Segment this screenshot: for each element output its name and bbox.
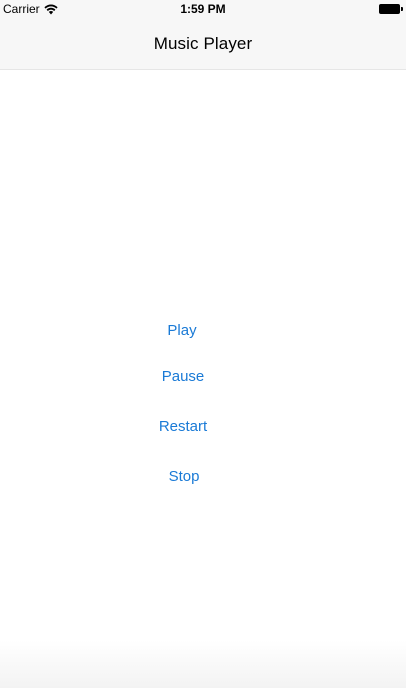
pause-button[interactable]: Pause	[0, 366, 386, 388]
status-bar: Carrier 1:59 PM	[0, 0, 406, 18]
bottom-fade	[0, 640, 406, 688]
page-title: Music Player	[153, 33, 253, 53]
play-button[interactable]: Play	[0, 320, 385, 342]
restart-button[interactable]: Restart	[0, 416, 386, 438]
battery-icon	[379, 4, 403, 14]
status-time: 1:59 PM	[180, 2, 226, 16]
stop-button[interactable]: Stop	[0, 466, 387, 488]
navigation-bar: Music Player	[0, 18, 406, 70]
